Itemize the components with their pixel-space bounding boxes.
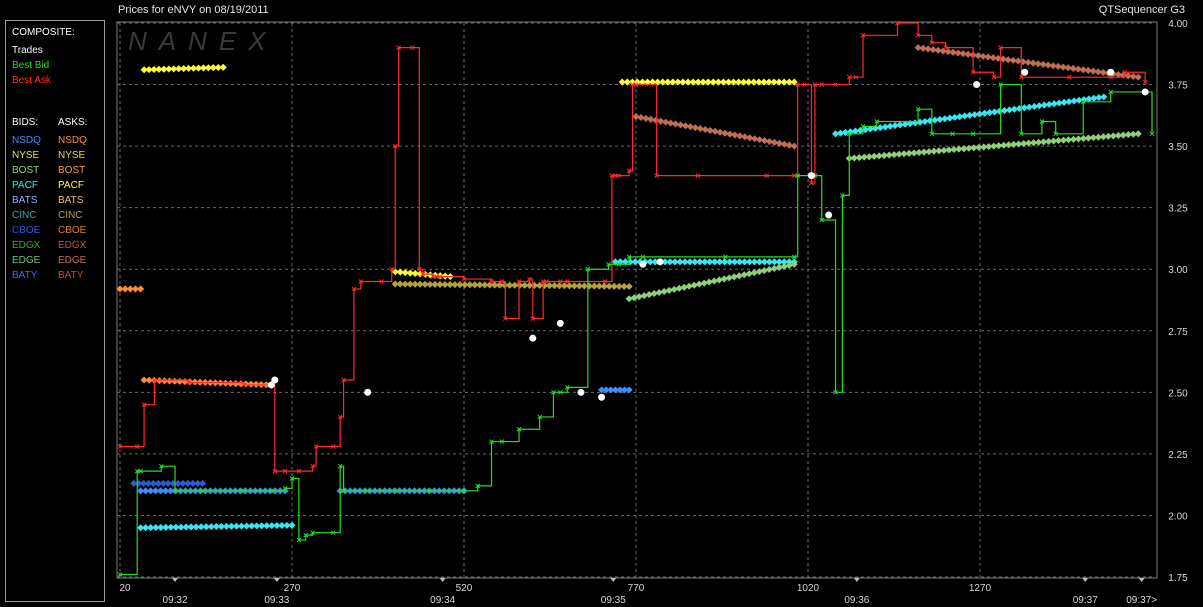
y-tick-label: 2.25	[1168, 450, 1188, 461]
time-marker	[1082, 578, 1089, 582]
legend-ask-bost: BOST	[58, 165, 86, 176]
legend-bid-edge: EDGE	[12, 255, 41, 266]
legend-ask-bats: BATS	[58, 195, 84, 206]
x-tick-label: 1270	[969, 583, 992, 594]
trade-point	[364, 388, 372, 396]
legend-ask-edgx: EDGX	[58, 240, 87, 251]
trade-point	[656, 258, 664, 266]
time-label: 09:33	[264, 595, 289, 606]
y-tick-label: 3.75	[1168, 81, 1188, 92]
legend-bid-bost: BOST	[12, 165, 40, 176]
trade-point	[807, 172, 815, 180]
x-tick-label: 770	[628, 583, 645, 594]
chart-title: Prices for eNVY on 08/19/2011	[118, 4, 269, 16]
legend-ask-nsdq: NSDQ	[58, 135, 87, 146]
asks-title: ASKS:	[58, 117, 88, 128]
plot-area: NANEX 1.75 2.00 2.25 2.50 2.75 3.00 3.25 3.50 3.…	[116, 19, 1188, 606]
x-tick-label: 20	[119, 583, 131, 594]
trade-point	[1021, 68, 1029, 76]
y-tick-label: 2.00	[1168, 511, 1188, 522]
legend-bid-cinc: CINC	[12, 210, 37, 221]
legend-best-ask: Best Ask	[12, 75, 51, 86]
product-name: QTSequencer G3	[1098, 4, 1185, 16]
y-tick-label: 3.25	[1168, 204, 1188, 215]
legend-best-bid: Best Bid	[12, 60, 50, 71]
trade-point	[973, 81, 981, 89]
quote-band	[116, 285, 145, 293]
x-tick-label: 270	[284, 583, 301, 594]
trade-point	[598, 393, 606, 401]
y-axis: 1.75 2.00 2.25 2.50 2.75 3.00 3.25 3.50 3.75 4.00	[1168, 19, 1188, 584]
trade-point	[556, 319, 564, 327]
legend-bid-baty: BATY	[12, 270, 38, 281]
price-chart: NANEX 1.75 2.00 2.25 2.50 2.75 3.00 3.25 3.50 3.…	[116, 19, 1188, 606]
legend-ask-cinc: CINC	[58, 210, 83, 221]
legend-bid-nsdq: NSDQ	[12, 135, 41, 146]
x-tick-label: 1020	[797, 583, 820, 594]
time-marker	[172, 578, 179, 582]
x-tick-label: 520	[456, 583, 473, 594]
time-label: 09:32	[163, 595, 188, 606]
trade-point	[529, 334, 537, 342]
legend-bid-bats: BATS	[12, 195, 38, 206]
time-label: 09:36	[844, 595, 869, 606]
trade-point	[1141, 88, 1149, 96]
time-label: 09:37>	[1126, 595, 1157, 606]
time-marker	[273, 578, 280, 582]
legend-bid-edgx: EDGX	[12, 240, 41, 251]
time-marker	[610, 578, 617, 582]
trade-point	[639, 260, 647, 268]
time-label: 09:34	[430, 595, 455, 606]
y-tick-label: 1.75	[1168, 573, 1188, 584]
legend-ask-nyse: NYSE	[58, 150, 86, 161]
time-marker	[439, 578, 446, 582]
legend-bid-nyse: NYSE	[12, 150, 40, 161]
legend-ask-edge: EDGE	[58, 255, 87, 266]
y-tick-label: 4.00	[1168, 19, 1188, 30]
time-label: 09:37	[1073, 595, 1098, 606]
trade-point	[1107, 68, 1115, 76]
watermark: NANEX	[128, 26, 278, 56]
y-tick-label: 3.50	[1168, 142, 1188, 153]
bids-title: BIDS:	[12, 117, 39, 128]
legend-bid-cboe: CBOE	[12, 225, 41, 236]
time-marker	[1138, 578, 1145, 582]
legend-panel: COMPOSITE: Trades Best Bid Best Ask BIDS: …	[5, 20, 105, 602]
y-tick-label: 2.50	[1168, 388, 1188, 399]
legend-trades: Trades	[12, 45, 43, 56]
legend-ask-baty: BATY	[58, 270, 84, 281]
x-axis: 20 270 520 770 1020 1270 09:32 09:33 09:34 09:35 0…	[119, 578, 1157, 606]
legend-bid-pacf: PACF	[12, 180, 38, 191]
legend-ask-pacf: PACF	[58, 180, 84, 191]
trade-point	[271, 376, 279, 384]
legend-ask-cboe: CBOE	[58, 225, 87, 236]
trade-point	[577, 388, 585, 396]
composite-title: COMPOSITE:	[12, 27, 75, 38]
trade-point	[825, 211, 833, 219]
time-marker	[853, 578, 860, 582]
y-tick-label: 3.00	[1168, 265, 1188, 276]
y-tick-label: 2.75	[1168, 327, 1188, 338]
time-label: 09:35	[601, 595, 626, 606]
